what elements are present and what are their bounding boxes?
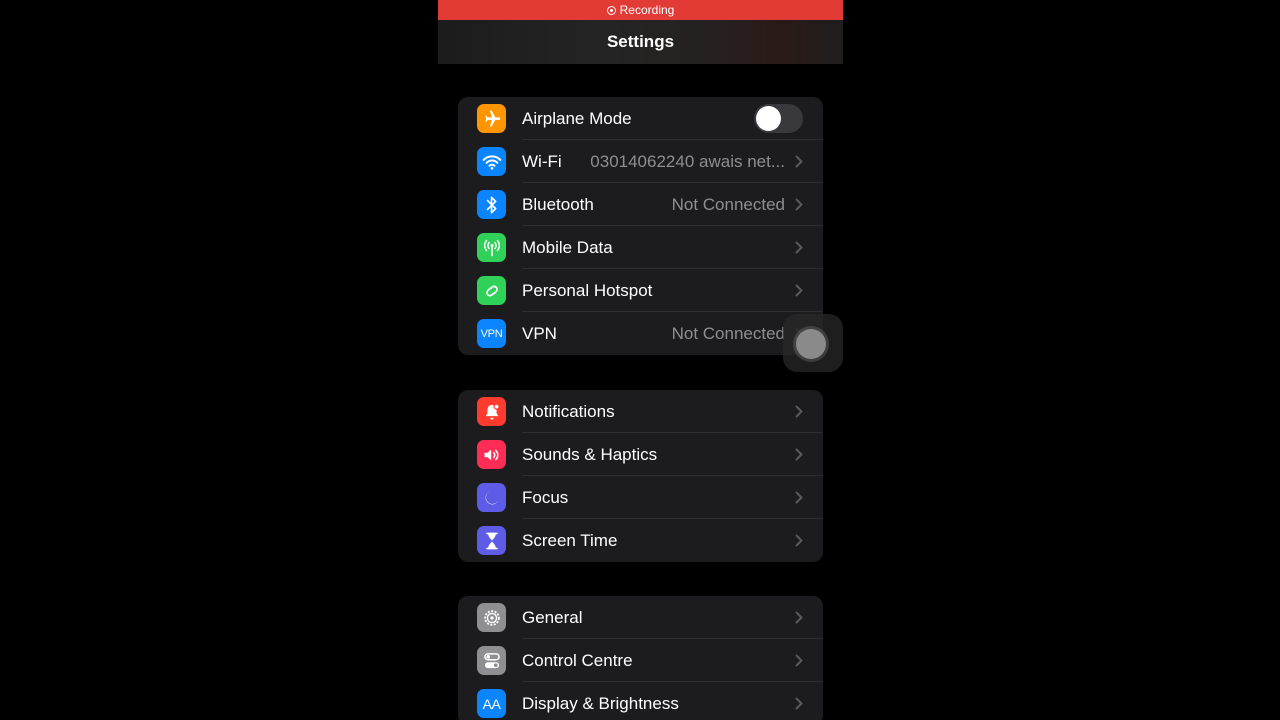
- airplane-mode-toggle[interactable]: [754, 104, 803, 133]
- assistive-touch-button[interactable]: [783, 314, 843, 372]
- settings-row-vpn[interactable]: VPN VPN Not Connected: [458, 312, 823, 355]
- row-label: Bluetooth: [522, 194, 594, 214]
- settings-row-bluetooth[interactable]: Bluetooth Not Connected: [458, 183, 823, 226]
- chevron-right-icon: [795, 241, 803, 254]
- row-label: Sounds & Haptics: [522, 444, 658, 464]
- chevron-right-icon: [795, 405, 803, 418]
- settings-row-wifi[interactable]: Wi-Fi 03014062240 awais net...: [458, 140, 823, 183]
- row-label: VPN: [522, 323, 557, 343]
- chevron-right-icon: [795, 534, 803, 547]
- row-label: Airplane Mode: [522, 108, 632, 128]
- vpn-status-value: Not Connected: [671, 323, 785, 343]
- row-label: Wi-Fi: [522, 151, 562, 171]
- row-label: Control Centre: [522, 650, 633, 670]
- row-label: Screen Time: [522, 530, 618, 550]
- settings-row-control-centre[interactable]: Control Centre: [458, 639, 823, 682]
- speaker-icon: [477, 440, 506, 469]
- assistive-touch-dot: [796, 329, 826, 359]
- text-size-icon: AA: [477, 689, 506, 718]
- chevron-right-icon: [795, 448, 803, 461]
- settings-row-focus[interactable]: Focus: [458, 476, 823, 519]
- airplane-icon: [477, 104, 506, 133]
- switches-icon: [477, 646, 506, 675]
- chevron-right-icon: [795, 611, 803, 624]
- hourglass-icon: [477, 526, 506, 555]
- row-label: Display & Brightness: [522, 693, 679, 713]
- vpn-icon-text: VPN: [480, 327, 503, 340]
- row-label: General: [522, 607, 583, 627]
- row-label: Personal Hotspot: [522, 280, 653, 300]
- gear-icon: [477, 603, 506, 632]
- settings-row-display-brightness[interactable]: AA Display & Brightness: [458, 682, 823, 720]
- bluetooth-status-value: Not Connected: [671, 194, 785, 214]
- general-group: General Control Centre AA Display & Brig…: [458, 596, 823, 720]
- page-title: Settings: [606, 32, 675, 51]
- chevron-right-icon: [795, 654, 803, 667]
- row-label: Notifications: [522, 401, 615, 421]
- wifi-network-value: 03014062240 awais net...: [590, 151, 785, 171]
- settings-row-airplane-mode[interactable]: Airplane Mode: [458, 97, 823, 140]
- antenna-icon: [477, 233, 506, 262]
- phone-screen: Recording Settings Airplane Mode Wi-Fi 0…: [438, 0, 843, 720]
- chevron-right-icon: [795, 697, 803, 710]
- settings-row-mobile-data[interactable]: Mobile Data: [458, 226, 823, 269]
- chevron-right-icon: [795, 284, 803, 297]
- settings-row-sounds-haptics[interactable]: Sounds & Haptics: [458, 433, 823, 476]
- settings-row-personal-hotspot[interactable]: Personal Hotspot: [458, 269, 823, 312]
- moon-icon: [477, 483, 506, 512]
- hotspot-icon: [477, 276, 506, 305]
- vpn-icon: VPN: [477, 319, 506, 348]
- chevron-right-icon: [795, 491, 803, 504]
- connectivity-group: Airplane Mode Wi-Fi 03014062240 awais ne…: [458, 97, 823, 355]
- toggle-knob: [756, 106, 781, 131]
- settings-row-screen-time[interactable]: Screen Time: [458, 519, 823, 562]
- settings-row-general[interactable]: General: [458, 596, 823, 639]
- row-label: Mobile Data: [522, 237, 613, 257]
- chevron-right-icon: [795, 198, 803, 211]
- bell-icon: [477, 397, 506, 426]
- wifi-icon: [477, 147, 506, 176]
- navigation-bar: Settings: [438, 20, 843, 64]
- row-label: Focus: [522, 487, 569, 507]
- bluetooth-icon: [477, 190, 506, 219]
- record-icon: [606, 5, 616, 15]
- text-size-icon-text: AA: [482, 695, 501, 712]
- chevron-right-icon: [795, 155, 803, 168]
- screen-recording-bar[interactable]: Recording: [438, 0, 843, 20]
- settings-row-notifications[interactable]: Notifications: [458, 390, 823, 433]
- notifications-group: Notifications Sounds & Haptics Focus Scr…: [458, 390, 823, 562]
- recording-label: Recording: [619, 3, 675, 17]
